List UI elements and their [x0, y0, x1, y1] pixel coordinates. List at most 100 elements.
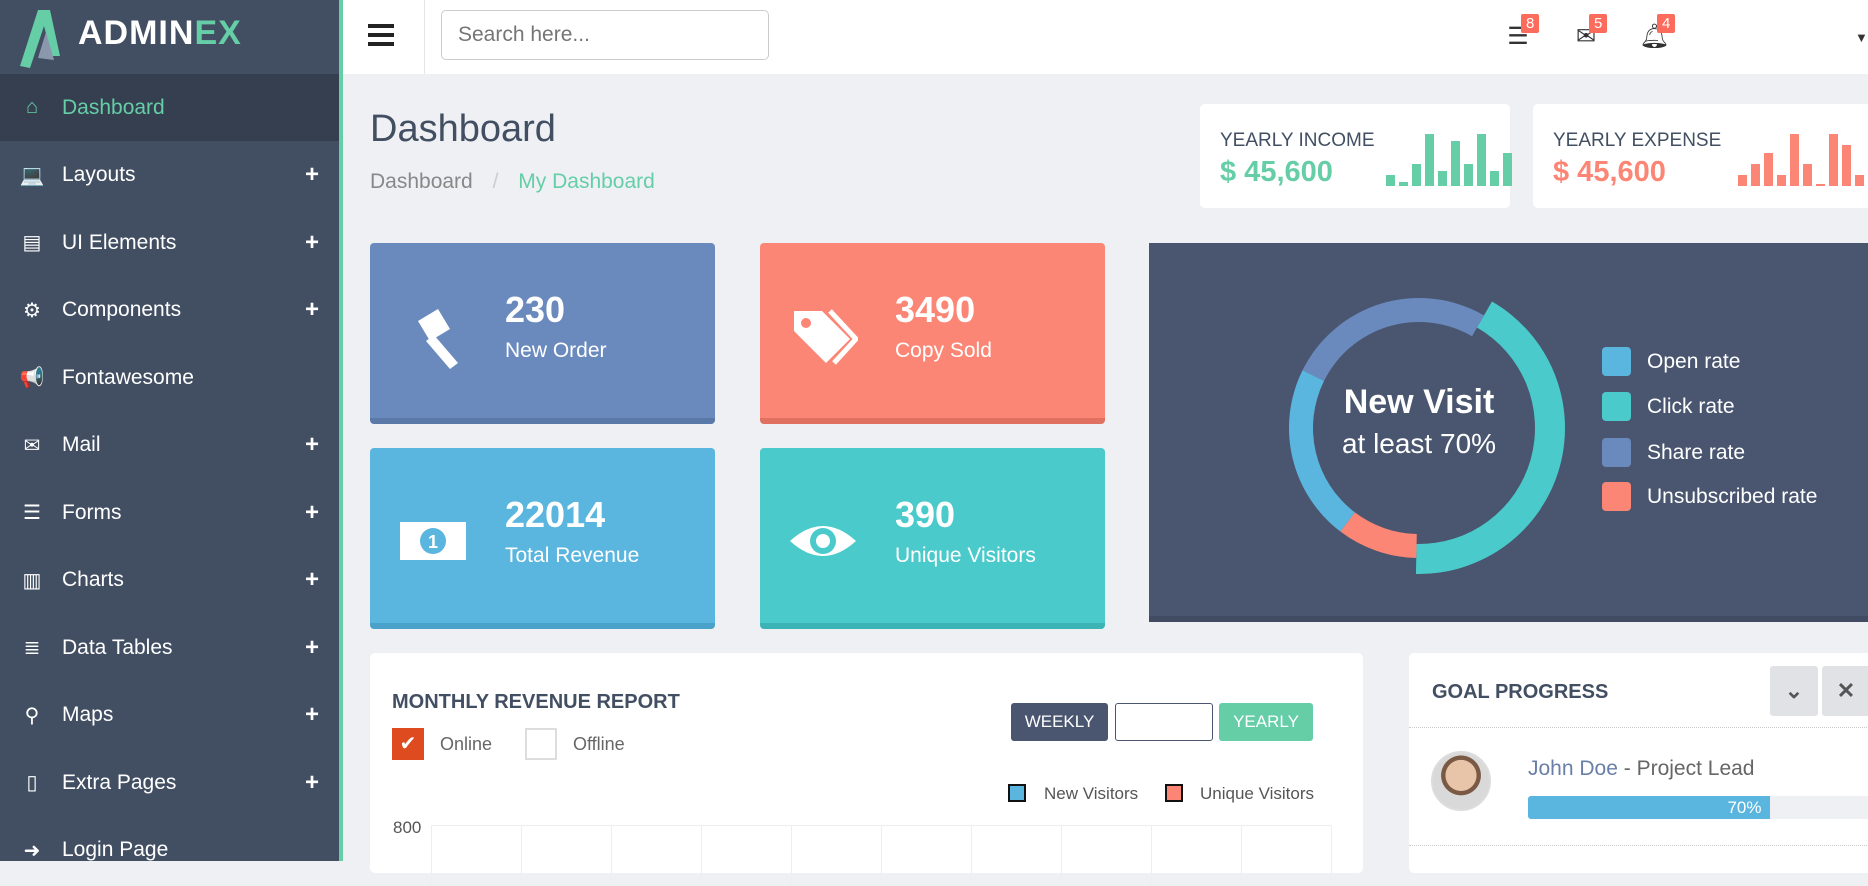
online-label: Online [440, 734, 493, 754]
header-divider [424, 0, 425, 74]
stat-card-new-order[interactable]: 230 New Order [370, 243, 715, 424]
sparkline-bar [1386, 174, 1395, 186]
yearly-income-label: YEARLY INCOME [1220, 130, 1375, 151]
breadcrumb: Dashboard / My Dashboard [370, 170, 655, 194]
legend-swatch [1602, 392, 1631, 421]
home-icon: ⌂ [25, 96, 39, 118]
sidebar-item-extra-pages[interactable]: ▯ Extra Pages + [0, 749, 339, 816]
yearly-expense-card: YEARLY EXPENSE $ 45,600 [1533, 104, 1868, 208]
weekly-button[interactable]: WEEKLY [1011, 703, 1108, 741]
sidebar-item-data-tables[interactable]: ≣ Data Tables + [0, 614, 339, 681]
expand-plus-icon[interactable]: + [305, 566, 319, 594]
expand-plus-icon[interactable]: + [305, 431, 319, 459]
online-checkbox[interactable]: ✔ [392, 728, 424, 760]
sidebar-item-fontawesome[interactable]: 📢 Fontawesome [0, 344, 339, 411]
yearly-button[interactable]: YEARLY [1219, 703, 1313, 741]
tasks-icon: ☰ [23, 502, 41, 524]
expand-plus-icon[interactable]: + [305, 701, 319, 729]
menu-toggle-icon[interactable] [368, 24, 394, 46]
stat-card-copy-sold[interactable]: 3490 Copy Sold [760, 243, 1105, 424]
divider [1409, 845, 1868, 846]
legend-swatch [1602, 438, 1631, 467]
stat-card-total-revenue[interactable]: 1 22014 Total Revenue [370, 448, 715, 629]
offline-checkbox[interactable] [525, 728, 557, 760]
svg-text:1: 1 [428, 532, 438, 552]
sidebar-item-ui-elements[interactable]: ▤ UI Elements + [0, 209, 339, 276]
expand-plus-icon[interactable]: + [305, 296, 319, 324]
donut-slice-share-rate[interactable] [1302, 298, 1484, 381]
sparkline-bar [1829, 134, 1838, 186]
user-dropdown-caret-icon[interactable]: ▼ [1855, 30, 1868, 45]
expand-plus-icon[interactable]: + [305, 499, 319, 527]
sparkline-bar [1764, 152, 1773, 186]
stat-value: 230 [505, 289, 566, 330]
sidebar-item-maps[interactable]: ⚲ Maps + [0, 682, 339, 749]
expand-plus-icon[interactable]: + [305, 229, 319, 257]
tasks-badge: 8 [1521, 14, 1540, 33]
monthly-revenue-panel: MONTHLY REVENUE REPORT ✔ Online Offline … [370, 653, 1363, 886]
mail-icon[interactable]: ✉ 5 [1571, 14, 1608, 52]
eye-icon [790, 526, 856, 556]
goal-progress-fill: 70% [1528, 796, 1770, 819]
close-button[interactable]: ✕ [1822, 666, 1868, 716]
sidebar-item-components[interactable]: ⚙ Components + [0, 277, 339, 344]
logo-text: ADMINEX [78, 14, 242, 52]
expand-plus-icon[interactable]: + [305, 634, 319, 662]
expand-plus-icon[interactable]: + [305, 161, 319, 189]
expand-plus-icon[interactable]: + [305, 769, 319, 797]
stat-label: Copy Sold [895, 339, 992, 362]
sparkline-bar [1790, 134, 1799, 186]
map-marker-icon: ⚲ [24, 704, 40, 727]
sidebar-item-label: Fontawesome [62, 365, 194, 389]
sidebar-item-label: Maps [62, 703, 114, 726]
sidebar-item-mail[interactable]: ✉ Mail + [0, 412, 339, 479]
sidebar-item-login-page[interactable]: ➜ Login Page [0, 817, 339, 884]
grid-line [701, 826, 702, 886]
yearly-income-sparkline [1386, 134, 1512, 186]
donut-slice-unsubscribed-rate[interactable] [1340, 512, 1417, 558]
sparkline-bar [1477, 134, 1486, 186]
sidebar-item-label: Layouts [62, 163, 136, 186]
breadcrumb-home[interactable]: Dashboard [370, 170, 473, 193]
stat-value: 390 [895, 494, 956, 535]
monthly-button[interactable] [1115, 703, 1213, 741]
tasks-icon[interactable]: ☰ 8 [1503, 14, 1540, 52]
sidebar-item-label: Dashboard [62, 95, 165, 119]
unique-visitors-swatch [1165, 784, 1183, 802]
yearly-income-card: YEARLY INCOME $ 45,600 [1200, 104, 1512, 208]
grid-line [1151, 826, 1152, 886]
new-visitors-swatch [1008, 784, 1026, 802]
divider [1409, 727, 1868, 728]
y-axis-tick-800: 800 [393, 818, 422, 837]
sidebar-item-charts[interactable]: ▥ Charts + [0, 547, 339, 614]
logo[interactable]: ADMINEX [0, 0, 339, 74]
bell-icon[interactable]: 🔔︎ 4 [1639, 14, 1676, 52]
sparkline-bar [1803, 163, 1812, 186]
tags-icon [794, 309, 858, 365]
sidebar-item-label: Extra Pages [62, 770, 177, 794]
goal-progress-title: GOAL PROGRESS [1432, 681, 1609, 703]
sidebar-item-layouts[interactable]: 💻 Layouts + [0, 142, 339, 209]
sidebar-item-forms[interactable]: ☰ Forms + [0, 479, 339, 546]
legend-open-rate: Open rate [1602, 347, 1740, 376]
stat-card-unique-visitors[interactable]: 390 Unique Visitors [760, 448, 1105, 629]
file-icon: ▯ [26, 772, 38, 794]
search-input[interactable] [441, 10, 769, 60]
mail-badge: 5 [1589, 14, 1608, 33]
list-icon: ≣ [23, 637, 41, 659]
grid-line [1331, 826, 1332, 886]
yearly-expense-sparkline [1738, 134, 1868, 186]
collapse-button[interactable]: ⌄ [1770, 666, 1818, 716]
top-header: ☰8 ✉5 🔔︎4 ▼ [343, 0, 1868, 74]
sparkline-bar [1464, 163, 1473, 186]
sparkline-bar [1412, 163, 1421, 186]
sidebar-item-dashboard[interactable]: ⌂ Dashboard [0, 74, 339, 141]
stat-label: Total Revenue [505, 544, 640, 567]
breadcrumb-separator: / [492, 170, 499, 193]
sparkline-bar [1451, 141, 1460, 186]
grid-line [791, 826, 792, 886]
legend-unsubscribed-rate: Unsubscribed rate [1602, 482, 1817, 511]
bullhorn-icon: 📢 [19, 367, 45, 389]
sparkline-bar [1842, 145, 1851, 186]
bar-chart-icon: ▥ [22, 569, 42, 592]
